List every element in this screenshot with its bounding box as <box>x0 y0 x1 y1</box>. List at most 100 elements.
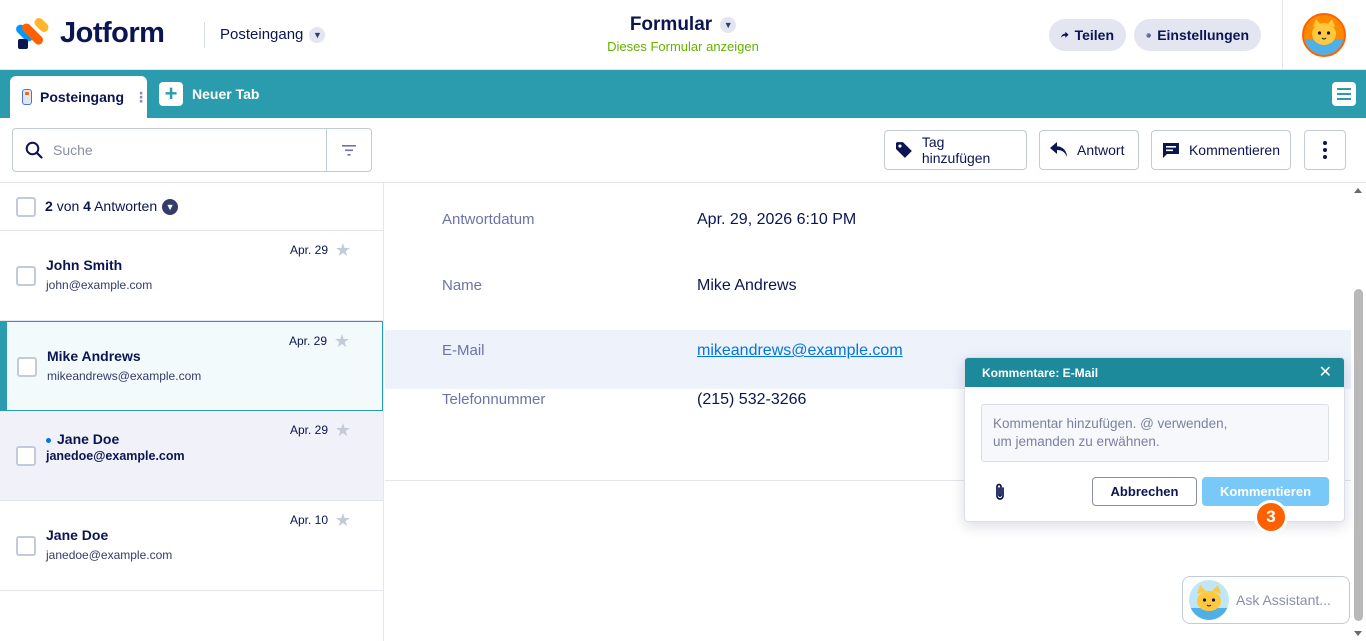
inbox-switcher[interactable]: Posteingang ▼ <box>220 26 326 43</box>
select-all-checkbox[interactable] <box>16 196 36 217</box>
detail-scrollbar[interactable] <box>1351 183 1366 641</box>
comment-input[interactable]: Kommentar hinzufügen. @ verwenden, um je… <box>981 404 1329 462</box>
form-title-text: Formular <box>629 14 713 35</box>
submission-list: 2 von 4 Antworten ▼ John Smith john@examp… <box>0 183 384 641</box>
inbox-switcher-label: Posteingang <box>220 26 304 43</box>
submission-date: Apr. 10 <box>289 513 328 527</box>
list-item[interactable]: John Smith john@example.com Apr. 29 ★ <box>0 231 383 321</box>
more-options-button[interactable] <box>1304 130 1346 170</box>
assistant-avatar <box>1189 580 1229 620</box>
view-form-link[interactable]: Dieses Formular anzeigen <box>560 39 806 54</box>
field-label: Antwortdatum <box>442 211 535 228</box>
header-divider-right <box>1282 0 1283 70</box>
star-icon[interactable]: ★ <box>335 240 351 261</box>
scroll-down-icon[interactable] <box>1354 631 1362 636</box>
field-value: Mike Andrews <box>697 277 797 294</box>
logo-icon <box>14 16 51 49</box>
chevron-down-icon[interactable]: ▼ <box>162 199 179 216</box>
tab-inbox-label: Posteingang <box>39 89 124 105</box>
row-checkbox[interactable] <box>17 357 37 377</box>
more-icon <box>1323 141 1327 159</box>
settings-button[interactable]: Einstellungen <box>1134 19 1261 51</box>
form-title[interactable]: Formular ▼ <box>629 14 737 36</box>
filter-icon <box>342 144 356 156</box>
submission-date: Apr. 29 <box>289 243 328 257</box>
row-checkbox[interactable] <box>16 446 36 466</box>
top-header: Jotform Posteingang ▼ Formular ▼ Dieses … <box>0 0 1366 70</box>
comment-popup-title: Kommentare: E-Mail <box>982 365 1099 380</box>
submitter-name: Jane Doe <box>46 431 119 447</box>
share-button[interactable]: Teilen <box>1049 19 1126 51</box>
step-badge: 3 <box>1254 500 1288 534</box>
comment-placeholder-line1: Kommentar hinzufügen. @ verwenden, <box>993 416 1228 431</box>
inbox-icon <box>22 89 32 105</box>
ask-assistant-label: Ask Assistant... <box>1236 592 1331 608</box>
comment-button[interactable]: Kommentieren <box>1151 130 1291 170</box>
menu-icon[interactable] <box>1332 82 1356 106</box>
comment-popup: Kommentare: E-Mail ✕ Kommentar hinzufüge… <box>964 357 1345 522</box>
jotform-logo[interactable]: Jotform <box>14 16 165 50</box>
list-item[interactable]: Jane Doe janedoe@example.com Apr. 10 ★ <box>0 501 383 591</box>
filter-button[interactable] <box>326 129 371 171</box>
search-icon <box>25 141 43 159</box>
user-avatar[interactable] <box>1302 13 1346 57</box>
submitter-name: Mike Andrews <box>47 348 141 364</box>
star-icon[interactable]: ★ <box>334 331 350 352</box>
toolbar: Tag hinzufügen Antwort Kommentieren <box>0 118 1366 183</box>
comment-popup-header: Kommentare: E-Mail ✕ <box>965 358 1344 387</box>
share-label: Teilen <box>1074 27 1114 43</box>
new-tab-button[interactable]: + Neuer Tab <box>159 82 259 106</box>
search-box <box>12 128 372 172</box>
chevron-down-icon: ▼ <box>309 26 326 43</box>
ask-assistant-button[interactable]: Ask Assistant... <box>1182 576 1350 624</box>
field-value: (215) 532-3266 <box>697 391 807 408</box>
form-title-block: Formular ▼ Dieses Formular anzeigen <box>560 14 806 54</box>
new-tab-label: Neuer Tab <box>192 86 260 102</box>
reply-button[interactable]: Antwort <box>1039 130 1139 170</box>
add-tag-label: Tag hinzufügen <box>921 134 991 166</box>
row-checkbox[interactable] <box>16 536 36 556</box>
settings-label: Einstellungen <box>1157 27 1249 43</box>
scrollbar-thumb[interactable] <box>1354 289 1363 621</box>
cancel-button[interactable]: Abbrechen <box>1092 477 1197 506</box>
star-icon[interactable]: ★ <box>335 510 351 531</box>
list-item-selected[interactable]: Mike Andrews mikeandrews@example.com Apr… <box>0 321 383 411</box>
header-divider <box>204 22 205 48</box>
comment-label: Kommentieren <box>1188 142 1280 158</box>
submitter-name: John Smith <box>46 257 123 273</box>
submitter-email: mikeandrews@example.com <box>47 369 202 383</box>
submitter-email: janedoe@example.com <box>46 449 185 463</box>
field-value: Apr. 29, 2026 6:10 PM <box>697 211 857 228</box>
comment-icon <box>1162 142 1179 158</box>
submitter-email: janedoe@example.com <box>46 548 173 562</box>
field-date: Antwortdatum Apr. 29, 2026 6:10 PM <box>385 183 1351 249</box>
gear-icon <box>1146 32 1151 38</box>
share-icon <box>1061 31 1069 38</box>
paperclip-icon[interactable] <box>994 482 1006 507</box>
close-icon[interactable]: ✕ <box>1319 364 1332 381</box>
row-checkbox[interactable] <box>16 266 36 286</box>
tab-bar: Posteingang ⋮ + Neuer Tab <box>0 70 1366 118</box>
star-icon[interactable]: ★ <box>335 420 351 441</box>
cat-avatar-icon <box>1189 585 1229 620</box>
tab-inbox[interactable]: Posteingang ⋮ <box>10 76 148 118</box>
submission-date: Apr. 29 <box>288 334 327 348</box>
scroll-up-icon[interactable] <box>1354 188 1362 193</box>
field-label: Name <box>442 277 483 294</box>
cat-avatar-icon <box>1304 19 1344 55</box>
search-input[interactable] <box>53 142 293 158</box>
search-field <box>13 129 326 171</box>
unread-dot-icon <box>46 437 51 443</box>
add-tag-button[interactable]: Tag hinzufügen <box>884 130 1027 170</box>
submitter-email: john@example.com <box>46 278 153 292</box>
list-item-unread[interactable]: Jane Doe janedoe@example.com Apr. 29 ★ <box>0 411 383 501</box>
email-link[interactable]: mikeandrews@example.com <box>697 342 903 360</box>
tab-options-icon[interactable]: ⋮ <box>134 89 148 106</box>
chevron-down-icon: ▼ <box>720 17 737 33</box>
reply-icon <box>1050 142 1067 157</box>
submission-date: Apr. 29 <box>289 423 328 437</box>
field-label: E-Mail <box>442 342 485 359</box>
comment-placeholder-line2: um jemanden zu erwähnen. <box>993 434 1160 449</box>
plus-icon: + <box>159 82 183 106</box>
answer-count: 2 von 4 Antworten ▼ <box>45 198 179 216</box>
